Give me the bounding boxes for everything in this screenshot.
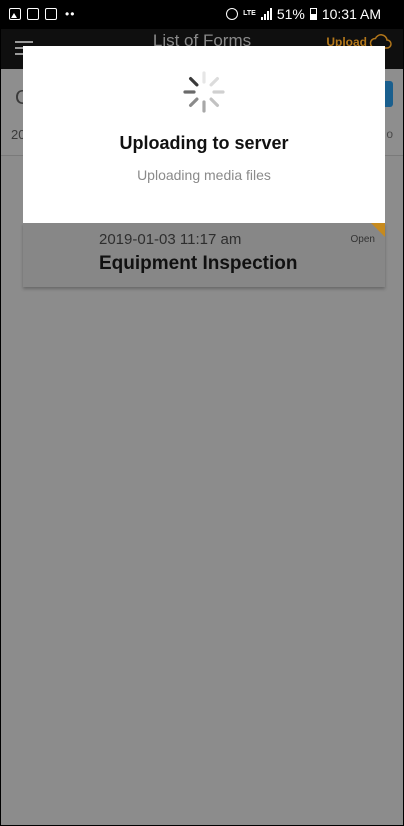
right-fragment: o <box>386 127 393 141</box>
outlook-icon <box>27 8 39 20</box>
form-list-item[interactable]: 2019-01-03 11:17 am Equipment Inspection… <box>23 223 385 287</box>
loading-spinner-icon <box>183 71 225 113</box>
form-date: 2019-01-03 11:17 am <box>99 231 242 248</box>
system-icons: LTE 51% 10:31 AM <box>226 6 381 22</box>
battery-icon <box>309 8 317 20</box>
more-dots-icon: •• <box>65 7 76 21</box>
upload-progress-dialog: Uploading to server Uploading media file… <box>23 46 385 223</box>
network-type: LTE <box>243 10 256 17</box>
battery-percent: 51% <box>276 6 305 22</box>
clock: 10:31 AM <box>321 6 381 22</box>
signal-icon <box>260 8 272 20</box>
status-badge: Open <box>350 234 375 245</box>
gallery-icon <box>9 8 21 20</box>
dialog-message: Uploading media files <box>137 167 271 183</box>
dialog-title: Uploading to server <box>119 133 289 153</box>
status-bar: •• LTE 51% 10:31 AM <box>1 1 403 29</box>
mail-icon <box>45 8 57 20</box>
alarm-icon <box>226 8 239 20</box>
form-name: Equipment Inspection <box>99 253 298 274</box>
app-screen: •• LTE 51% 10:31 AM List of Forms Upload… <box>0 0 404 826</box>
notification-icons: •• <box>9 7 75 21</box>
